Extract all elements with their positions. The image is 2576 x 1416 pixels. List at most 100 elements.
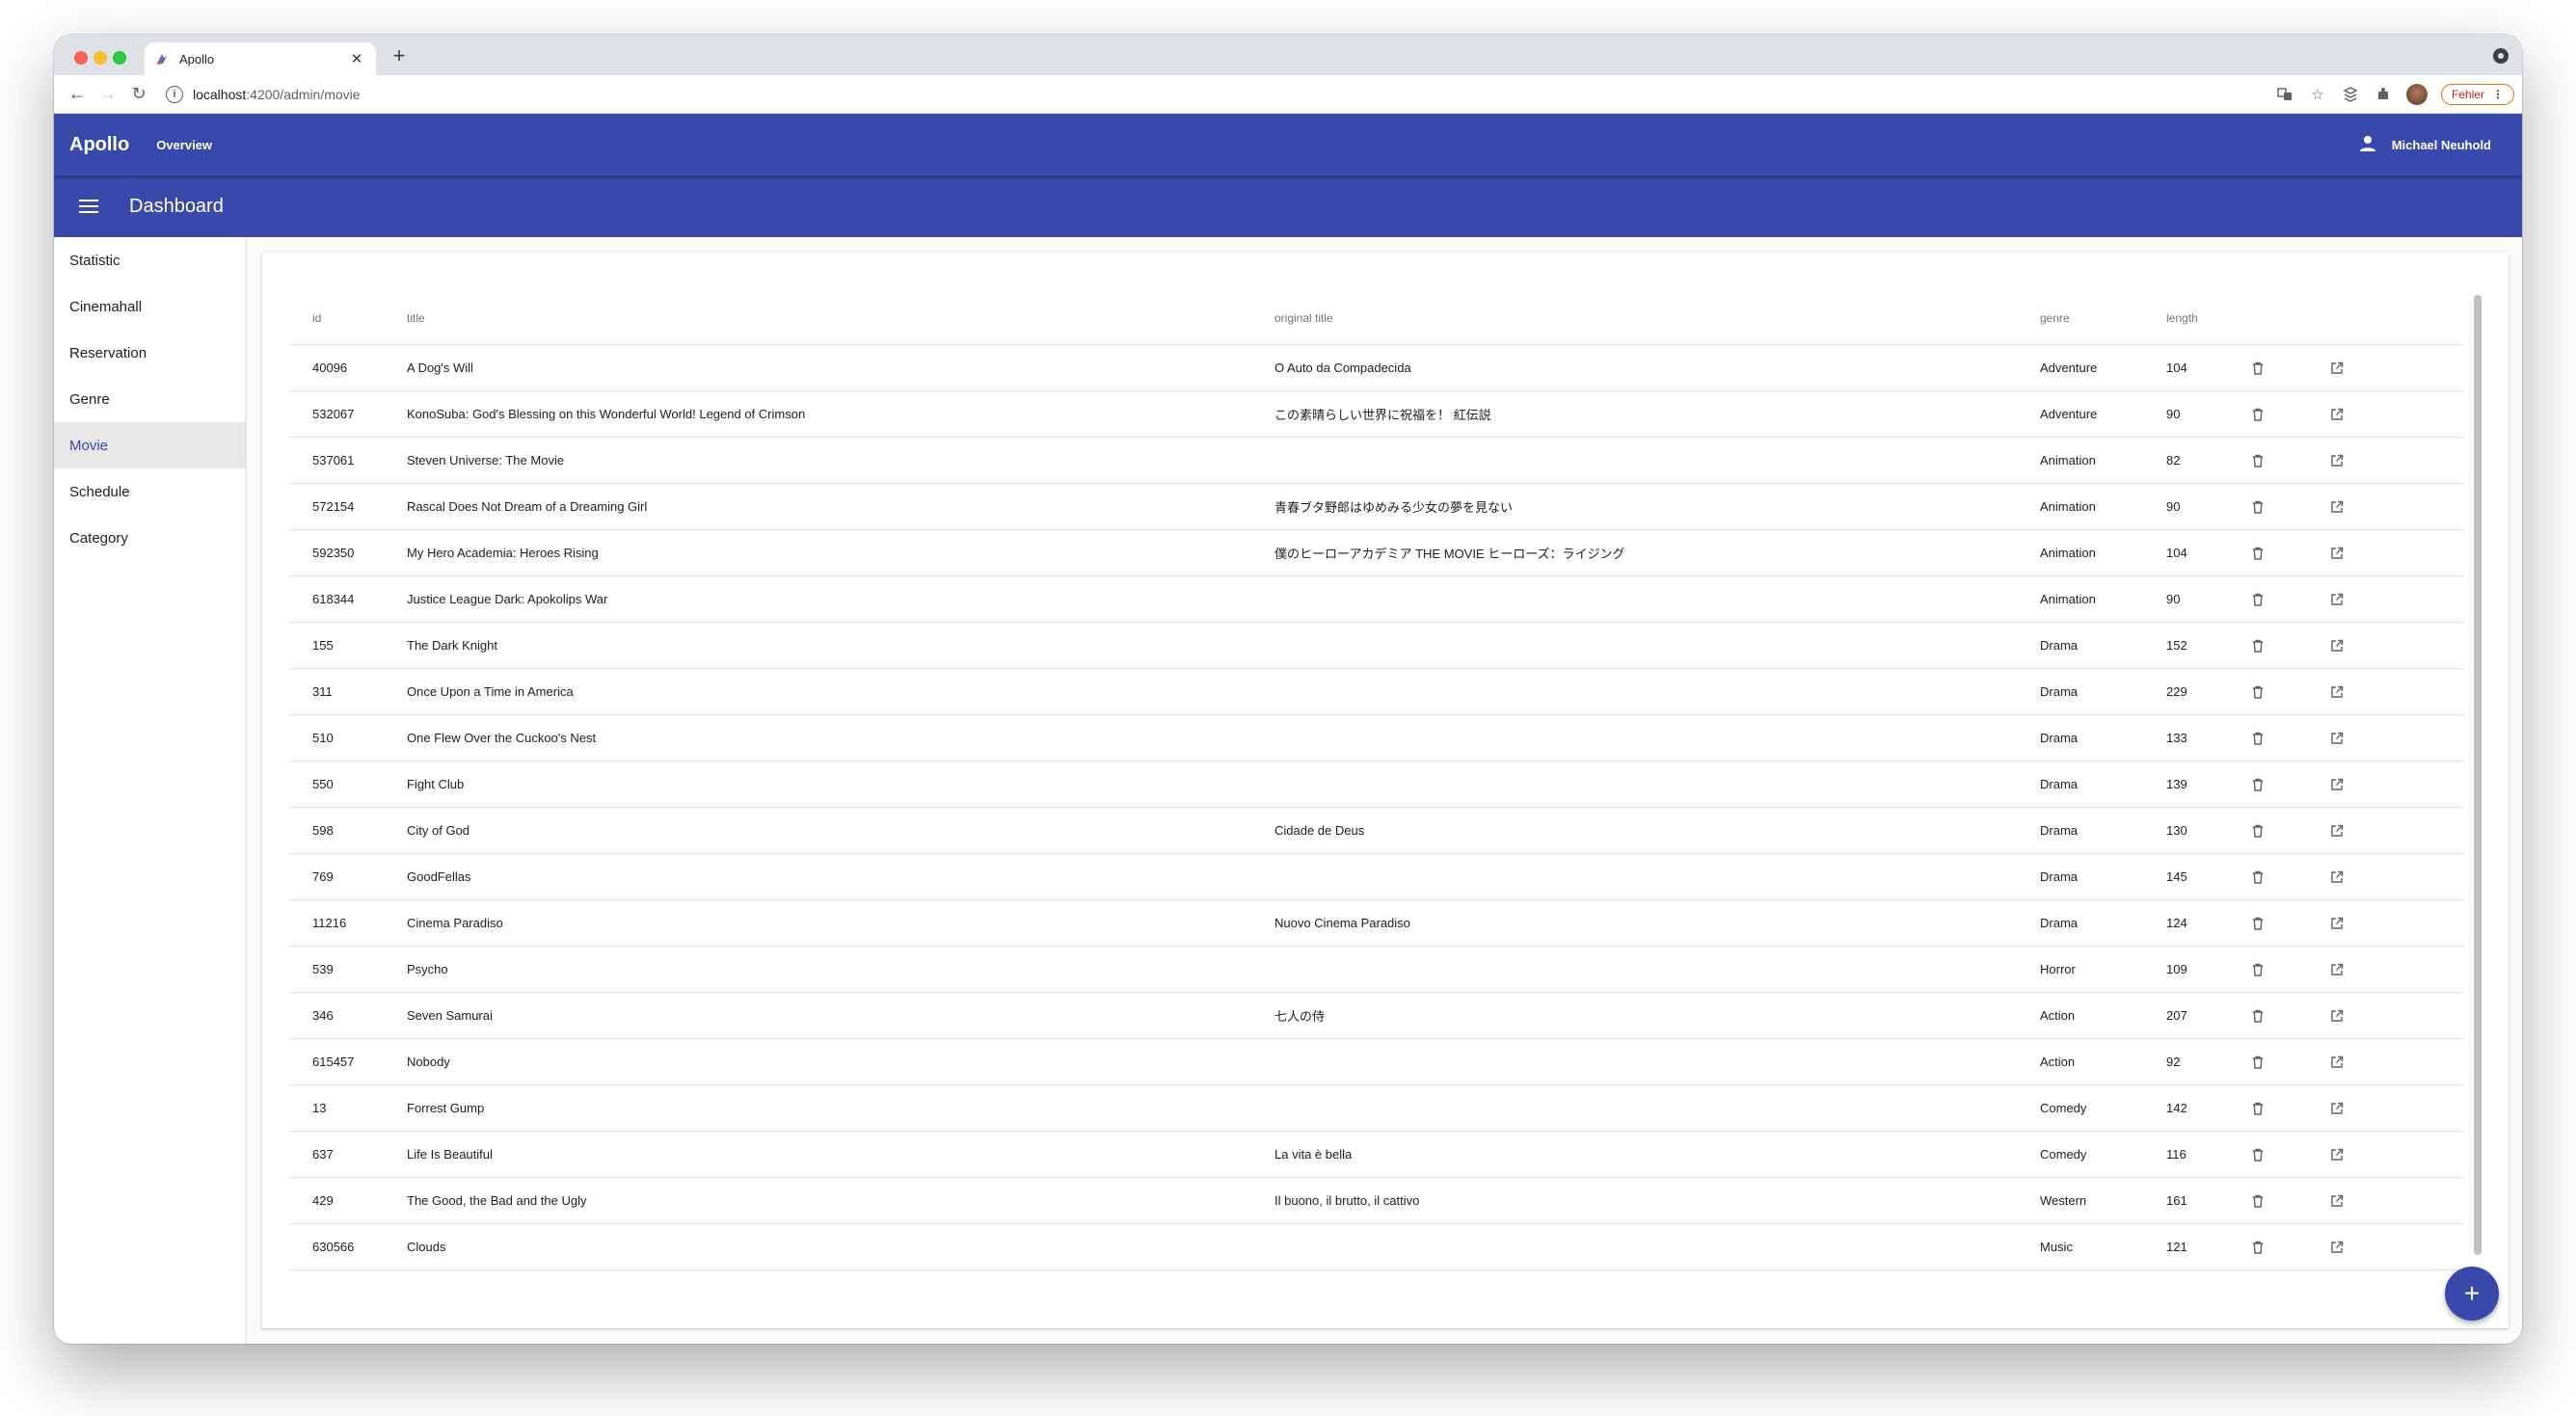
sidebar-item-genre[interactable]: Genre <box>54 376 246 422</box>
table-row[interactable]: 13 Forrest Gump Comedy 142 <box>289 1085 2464 1132</box>
table-row[interactable]: 630566 Clouds Music 121 <box>289 1224 2464 1270</box>
table-row[interactable]: 532067 KonoSuba: God's Blessing on this W… <box>289 391 2464 438</box>
trash-icon[interactable] <box>2249 545 2267 562</box>
sidebar-item-reservation[interactable]: Reservation <box>54 330 246 376</box>
add-movie-button[interactable]: + <box>2445 1267 2499 1321</box>
open-in-new-icon[interactable] <box>2328 637 2346 655</box>
trash-icon[interactable] <box>2249 637 2267 655</box>
trash-icon[interactable] <box>2249 498 2267 516</box>
open-in-new-icon[interactable] <box>2328 730 2346 747</box>
bookmark-star-icon[interactable]: ☆ <box>2308 85 2327 104</box>
table-row[interactable]: 550 Fight Club Drama 139 <box>289 761 2464 808</box>
person-icon <box>2359 135 2376 155</box>
table-row[interactable]: 618344 Justice League Dark: Apokolips War… <box>289 576 2464 623</box>
profile-avatar[interactable] <box>2405 83 2428 105</box>
trash-icon[interactable] <box>2249 776 2267 793</box>
site-info-icon[interactable]: i <box>166 85 183 103</box>
table-row[interactable]: 311 Once Upon a Time in America Drama 229 <box>289 669 2464 715</box>
trash-icon[interactable] <box>2249 961 2267 978</box>
new-tab-icon[interactable]: + <box>386 42 413 69</box>
table-row[interactable]: 346 Seven Samurai 七人の侍 Action 207 <box>289 993 2464 1039</box>
open-in-new-icon[interactable] <box>2328 1054 2346 1071</box>
open-in-new-icon[interactable] <box>2328 1146 2346 1163</box>
trash-icon[interactable] <box>2249 1007 2267 1025</box>
reload-icon[interactable]: ↻ <box>123 79 154 110</box>
header-length[interactable]: length <box>2166 311 2249 325</box>
table-row[interactable]: 510 One Flew Over the Cuckoo's Nest Drama 1… <box>289 715 2464 761</box>
browser-tab[interactable]: Apollo ✕ <box>145 42 376 75</box>
minimize-window-button[interactable] <box>94 51 107 65</box>
trash-icon[interactable] <box>2249 915 2267 932</box>
trash-icon[interactable] <box>2249 1054 2267 1071</box>
trash-icon[interactable] <box>2249 1192 2267 1210</box>
open-in-new-icon[interactable] <box>2328 1100 2346 1117</box>
back-arrow-icon[interactable]: ← <box>62 79 93 110</box>
open-in-new-icon[interactable] <box>2328 868 2346 886</box>
open-in-new-icon[interactable] <box>2328 1239 2346 1256</box>
extension-stack-icon[interactable] <box>2341 85 2360 104</box>
table-row[interactable]: 155 The Dark Knight Drama 152 <box>289 623 2464 669</box>
open-in-new-icon[interactable] <box>2328 915 2346 932</box>
forward-arrow-icon[interactable]: → <box>93 79 123 110</box>
table-row[interactable]: 537061 Steven Universe: The Movie Animatio… <box>289 438 2464 484</box>
translate-icon[interactable] <box>2275 85 2294 104</box>
sidebar-item-category[interactable]: Category <box>54 515 246 561</box>
trash-icon[interactable] <box>2249 1146 2267 1163</box>
error-status-button[interactable]: Fehler ⋮ <box>2440 83 2514 105</box>
trash-icon[interactable] <box>2249 1100 2267 1117</box>
sidebar-item-movie[interactable]: Movie <box>54 422 246 468</box>
open-in-new-icon[interactable] <box>2328 591 2346 608</box>
table-row[interactable]: 637 Life Is Beautiful La vita è bella Comed… <box>289 1132 2464 1178</box>
open-in-new-icon[interactable] <box>2328 498 2346 516</box>
header-original-title[interactable]: original title <box>1275 311 2040 325</box>
open-in-new-icon[interactable] <box>2328 1192 2346 1210</box>
trash-icon[interactable] <box>2249 452 2267 469</box>
scrollbar-thumb[interactable] <box>2474 295 2482 1255</box>
open-in-new-icon[interactable] <box>2328 360 2346 377</box>
table-row[interactable]: 11216 Cinema Paradiso Nuovo Cinema Paradis… <box>289 900 2464 947</box>
table-scrollbar[interactable] <box>2474 295 2482 1255</box>
open-in-new-icon[interactable] <box>2328 776 2346 793</box>
trash-icon[interactable] <box>2249 591 2267 608</box>
tab-search-icon[interactable] <box>2493 48 2509 64</box>
trash-icon[interactable] <box>2249 868 2267 886</box>
header-id[interactable]: id <box>289 311 407 325</box>
table-row[interactable]: 572154 Rascal Does Not Dream of a Dreamin… <box>289 484 2464 530</box>
close-window-button[interactable] <box>74 51 88 65</box>
open-in-new-icon[interactable] <box>2328 961 2346 978</box>
sidebar-item-statistic[interactable]: Statistic <box>54 237 246 283</box>
table-row[interactable]: 592350 My Hero Academia: Heroes Rising 僕のヒ… <box>289 530 2464 576</box>
header-title[interactable]: title <box>407 311 1275 325</box>
cell-length: 109 <box>2166 962 2187 976</box>
open-in-new-icon[interactable] <box>2328 406 2346 423</box>
table-row[interactable]: 598 City of God Cidade de Deus Drama 130 <box>289 808 2464 854</box>
trash-icon[interactable] <box>2249 406 2267 423</box>
table-row[interactable]: 769 GoodFellas Drama 145 <box>289 854 2464 900</box>
open-in-new-icon[interactable] <box>2328 452 2346 469</box>
trash-icon[interactable] <box>2249 730 2267 747</box>
maximize-window-button[interactable] <box>113 51 126 65</box>
table-row[interactable]: 539 Psycho Horror 109 <box>289 947 2464 993</box>
cell-genre: Drama <box>2040 777 2079 791</box>
address-bar[interactable]: localhost:4200/admin/movie <box>193 87 361 102</box>
table-row[interactable]: 429 The Good, the Bad and the Ugly Il buon… <box>289 1178 2464 1224</box>
table-row[interactable]: 615457 Nobody Action 92 <box>289 1039 2464 1085</box>
open-in-new-icon[interactable] <box>2328 822 2346 840</box>
header-genre[interactable]: genre <box>2040 311 2166 325</box>
sidebar-item-cinemahall[interactable]: Cinemahall <box>54 283 246 330</box>
open-in-new-icon[interactable] <box>2328 1007 2346 1025</box>
open-in-new-icon[interactable] <box>2328 545 2346 562</box>
user-menu[interactable]: Michael Neuhold <box>2359 135 2491 155</box>
nav-overview-link[interactable]: Overview <box>156 138 212 152</box>
app-brand[interactable]: Apollo <box>69 134 129 156</box>
hamburger-menu-icon[interactable] <box>60 175 118 237</box>
table-row[interactable]: 40096 A Dog's Will O Auto da Compadecida Ad… <box>289 345 2464 391</box>
trash-icon[interactable] <box>2249 360 2267 377</box>
open-in-new-icon[interactable] <box>2328 683 2346 701</box>
close-tab-icon[interactable]: ✕ <box>347 50 366 67</box>
extensions-puzzle-icon[interactable] <box>2374 85 2393 104</box>
sidebar-item-schedule[interactable]: Schedule <box>54 468 246 515</box>
trash-icon[interactable] <box>2249 1239 2267 1256</box>
trash-icon[interactable] <box>2249 822 2267 840</box>
trash-icon[interactable] <box>2249 683 2267 701</box>
